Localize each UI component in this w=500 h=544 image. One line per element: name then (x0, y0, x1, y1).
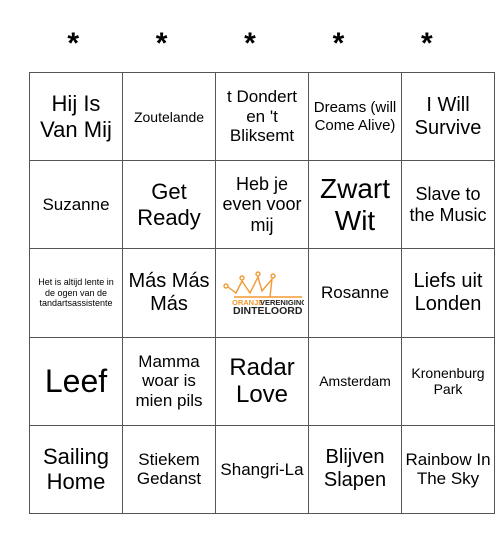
logo-text-dinteloord: DINTELOORD (233, 305, 303, 315)
bingo-cell[interactable]: Zwart Wit (308, 160, 402, 250)
bingo-cell[interactable]: Zoutelande (122, 71, 216, 162)
header-star: * (332, 27, 345, 60)
bingo-row: Leef Mamma woar is mien pils Radar Love … (29, 336, 495, 426)
bingo-cell[interactable]: Het is altijd lente in de ogen van de ta… (29, 248, 123, 338)
bingo-cell[interactable]: I Will Survive (401, 71, 495, 162)
bingo-cell[interactable]: t Dondert en 't Bliksemt (215, 71, 309, 162)
bingo-cell[interactable]: Shangri-La (215, 424, 309, 515)
bingo-cell[interactable]: Slave to the Music (401, 160, 495, 250)
bingo-row: Hij Is Van Mij Zoutelande t Dondert en '… (29, 71, 495, 162)
bingo-cell[interactable]: Rainbow In The Sky (401, 424, 495, 515)
bingo-cell[interactable]: Suzanne (29, 160, 123, 250)
header-star: * (244, 27, 256, 60)
crown-icon (223, 271, 302, 298)
bingo-cell[interactable]: Blijven Slapen (308, 424, 402, 515)
bingo-cell[interactable]: Stiekem Gedanst (122, 424, 216, 515)
bingo-cell[interactable]: Mamma woar is mien pils (122, 336, 216, 426)
bingo-header: * * * * * (29, 24, 471, 64)
bingo-cell[interactable]: Sailing Home (29, 424, 123, 515)
header-star: * (155, 27, 168, 60)
header-star: * (420, 27, 433, 60)
bingo-card: Hij Is Van Mij Zoutelande t Dondert en '… (29, 71, 495, 515)
bingo-cell[interactable]: Más Más Más (122, 248, 216, 338)
bingo-cell[interactable]: Rosanne (308, 248, 402, 338)
bingo-cell[interactable]: Amsterdam (308, 336, 402, 426)
bingo-cell[interactable]: Dreams (will Come Alive) (308, 71, 402, 162)
bingo-row: Het is altijd lente in de ogen van de ta… (29, 248, 495, 338)
bingo-row: Suzanne Get Ready Heb je even voor mij Z… (29, 160, 495, 250)
bingo-cell[interactable]: Get Ready (122, 160, 216, 250)
oranjevereniging-logo: ORANJE VERENIGING DINTELOORD (223, 271, 304, 315)
bingo-cell[interactable]: Kronenburg Park (401, 336, 495, 426)
free-space-cell[interactable]: ORANJE VERENIGING DINTELOORD (215, 248, 309, 338)
header-star: * (67, 27, 80, 60)
bingo-cell[interactable]: Heb je even voor mij (215, 160, 309, 250)
bingo-cell[interactable]: Hij Is Van Mij (29, 71, 123, 162)
bingo-cell[interactable]: Leef (29, 336, 123, 426)
bingo-cell[interactable]: Radar Love (215, 336, 309, 426)
bingo-row: Sailing Home Stiekem Gedanst Shangri-La … (29, 424, 495, 515)
bingo-cell[interactable]: Liefs uit Londen (401, 248, 495, 338)
